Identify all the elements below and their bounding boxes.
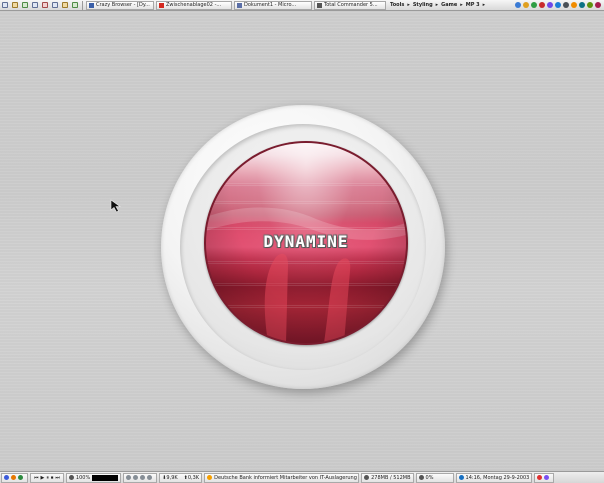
news-ticker[interactable]: Deutsche Bank informiert Mitarbeiter von… (204, 472, 360, 483)
speaker-icon[interactable] (563, 2, 569, 8)
tray-icons (534, 472, 555, 483)
menu-tools[interactable]: Tools ▸ (390, 2, 410, 8)
top-taskbar: Crazy Browser - [Dy... Zwischenablage02 … (0, 0, 604, 11)
menu-styling[interactable]: Styling ▸ (413, 2, 438, 8)
task-button-document[interactable]: Dokument1 - Micro... (234, 0, 312, 10)
divider (82, 0, 83, 10)
system-tray (514, 2, 604, 8)
cpu-meter: 0% (415, 472, 454, 483)
task-label: Zwischenablage02 -... (166, 2, 222, 8)
clock[interactable]: 14:16, Montag 29-9-2003 (455, 472, 533, 483)
monitor-icon[interactable] (126, 475, 132, 480)
play-icon[interactable]: ▶ (41, 475, 45, 481)
menu-mp3[interactable]: MP 3 ▸ (466, 2, 485, 8)
quick-icons (1, 472, 28, 483)
pause-icon[interactable]: ⏸ (46, 475, 49, 481)
browser-icon (89, 2, 94, 8)
task-button-total-commander[interactable]: Total Commander 5... (314, 0, 386, 10)
stop-icon[interactable]: ⏹ (51, 475, 54, 481)
task-label: Crazy Browser - [Dy... (96, 2, 150, 8)
folder-icon[interactable] (11, 475, 16, 480)
settings-icon[interactable] (72, 2, 78, 8)
clock-icon[interactable] (571, 2, 577, 8)
net-down-value: 9,9K (166, 474, 178, 481)
shield-icon[interactable] (531, 2, 537, 8)
memory-icon (364, 475, 370, 480)
quick-launch (0, 0, 80, 10)
folder-icon[interactable] (12, 2, 18, 8)
word-document-icon (237, 2, 242, 8)
desktop-icon[interactable] (4, 475, 9, 480)
media-controls: ⏮ ▶ ⏸ ⏹ ⏭ (30, 472, 64, 483)
printer-icon[interactable] (140, 475, 146, 480)
menu-bar: Tools ▸ Styling ▸ Game ▸ MP 3 ▸ (390, 2, 488, 8)
task-button-browser[interactable]: Crazy Browser - [Dy... (86, 0, 154, 10)
battery-icon[interactable] (587, 2, 593, 8)
cpu-icon (418, 475, 424, 480)
app-launch-icon[interactable] (2, 2, 8, 8)
net-up-value: 0,3K (187, 474, 200, 481)
menu-label: Styling (412, 2, 433, 8)
zoom-value: 100% (75, 474, 91, 481)
winamp-icon[interactable] (18, 475, 23, 480)
messenger-icon[interactable] (547, 2, 553, 8)
menu-label: Tools (390, 2, 405, 8)
memory-value: 278MB / 512MB (371, 474, 411, 481)
memory-meter: 278MB / 512MB (361, 472, 414, 483)
star-icon[interactable] (523, 2, 529, 8)
menu-label: MP 3 (465, 2, 480, 8)
network-icon[interactable] (52, 2, 58, 8)
dynamine-logo: DYNAMINE (263, 232, 349, 251)
news-ticker-text: Deutsche Bank informiert Mitarbeiter von… (214, 474, 357, 481)
network-traffic: ⬇ 9,9K ⬆ 0,3K (159, 472, 203, 483)
heart-icon[interactable] (42, 2, 48, 8)
network-icon[interactable] (555, 2, 561, 8)
app-tray-icon[interactable] (595, 2, 601, 8)
cpu-value: 0% (425, 474, 434, 481)
task-button-clipboard[interactable]: Zwischenablage02 -... (156, 0, 232, 10)
datetime-value: 14:16, Montag 29-9-2003 (465, 474, 530, 481)
clipboard-icon (159, 2, 164, 8)
arrow-right-icon: ▸ (482, 2, 486, 8)
clock-icon (458, 475, 464, 480)
bottom-statusbar: ⏮ ▶ ⏸ ⏹ ⏭ 100% ⬇ 9,9K ⬆ 0,3K Deutsche Ba… (0, 471, 604, 483)
alert-icon[interactable] (539, 2, 545, 8)
refresh-icon[interactable] (22, 2, 28, 8)
drive-icon[interactable] (133, 475, 139, 480)
cdrom-icon[interactable] (147, 475, 153, 480)
next-icon[interactable]: ⏭ (55, 475, 60, 481)
disk-icon (317, 2, 322, 8)
sync-icon[interactable] (579, 2, 585, 8)
volume-bar[interactable] (92, 474, 119, 481)
task-label: Dokument1 - Micro... (244, 2, 297, 8)
zoom-icon (68, 475, 74, 480)
menu-label: Game (441, 2, 458, 8)
mouse-pointer-icon (110, 199, 121, 213)
document-icon[interactable] (62, 2, 68, 8)
arrow-right-icon: ▸ (407, 2, 410, 8)
news-icon (207, 475, 213, 480)
arrow-right-icon: ▸ (435, 2, 439, 8)
menu-game[interactable]: Game ▸ (441, 2, 463, 8)
zoom-section: 100% (65, 472, 122, 483)
alert-icon[interactable] (537, 475, 543, 480)
task-label: Total Commander 5... (324, 2, 378, 8)
app-tray-icon[interactable] (544, 475, 550, 480)
mail-icon[interactable] (32, 2, 38, 8)
previous-icon[interactable]: ⏮ (34, 475, 39, 481)
arrow-right-icon: ▸ (460, 2, 463, 8)
globe-icon[interactable] (515, 2, 521, 8)
app-icons (123, 472, 158, 483)
